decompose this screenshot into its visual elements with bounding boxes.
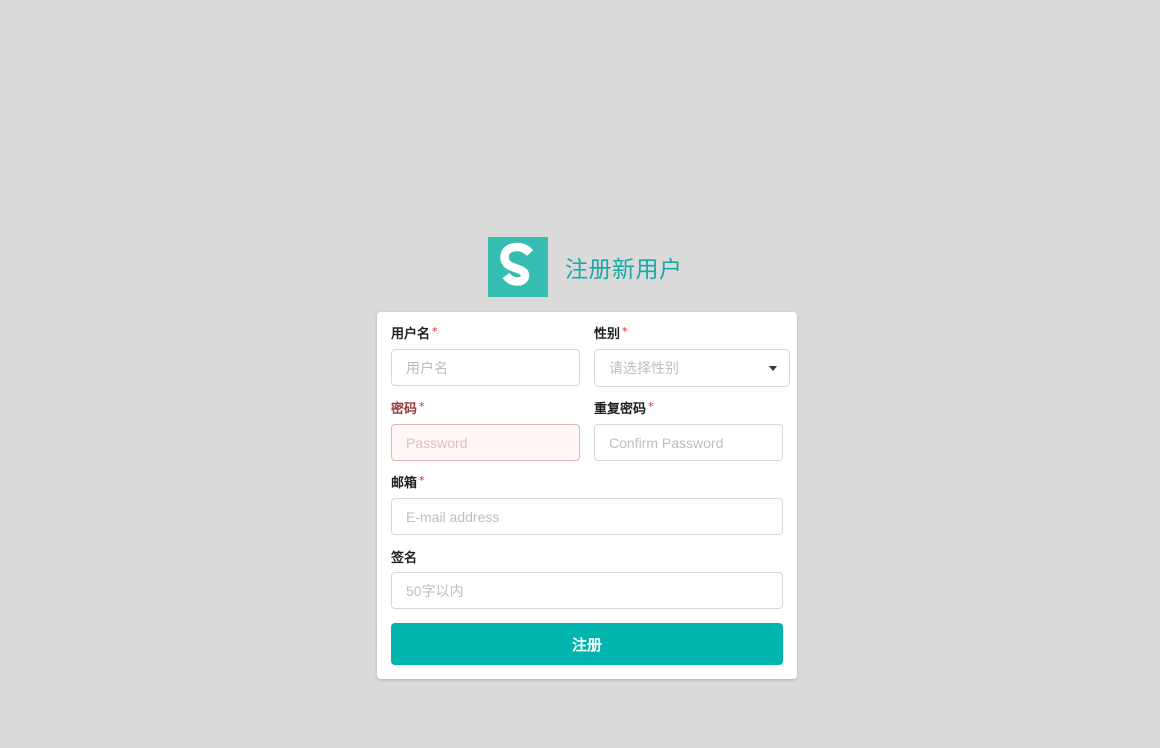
register-button[interactable]: 注册 [391,623,783,665]
username-label-text: 用户名 [391,327,431,342]
logo-s-icon [500,242,534,286]
logo [488,237,548,297]
email-input[interactable] [391,498,783,535]
username-input[interactable] [391,349,580,386]
required-mark: * [419,474,425,487]
password-label-text: 密码 [391,402,418,417]
required-mark: * [419,400,425,413]
register-form: 用户名* 性别* 请选择性别 密码* 重复密码* 邮箱* 签名 注册 [377,312,797,679]
email-label-text: 邮箱 [391,476,418,491]
signature-input[interactable] [391,572,783,609]
gender-label-text: 性别 [594,327,621,342]
confirm-password-label: 重复密码 * [594,400,654,418]
dropdown-caret-icon [769,366,777,371]
signature-label: 签名 [391,551,417,567]
page-title: 注册新用户 [565,257,683,283]
gender-select-placeholder: 请选择性别 [609,360,679,376]
required-mark: * [622,325,628,338]
required-mark: * [432,325,438,338]
gender-select[interactable]: 请选择性别 [594,349,790,387]
gender-label: 性别 * [594,325,628,343]
page-header: 注册新用户 [488,237,683,297]
email-label: 邮箱 * [391,474,425,492]
password-label: 密码 * [391,400,425,418]
password-input[interactable] [391,424,580,461]
required-mark: * [648,400,654,413]
username-label: 用户名 * [391,325,438,343]
confirm-password-label-text: 重复密码 [594,402,647,417]
signature-label-text: 签名 [391,551,418,566]
confirm-password-input[interactable] [594,424,783,461]
